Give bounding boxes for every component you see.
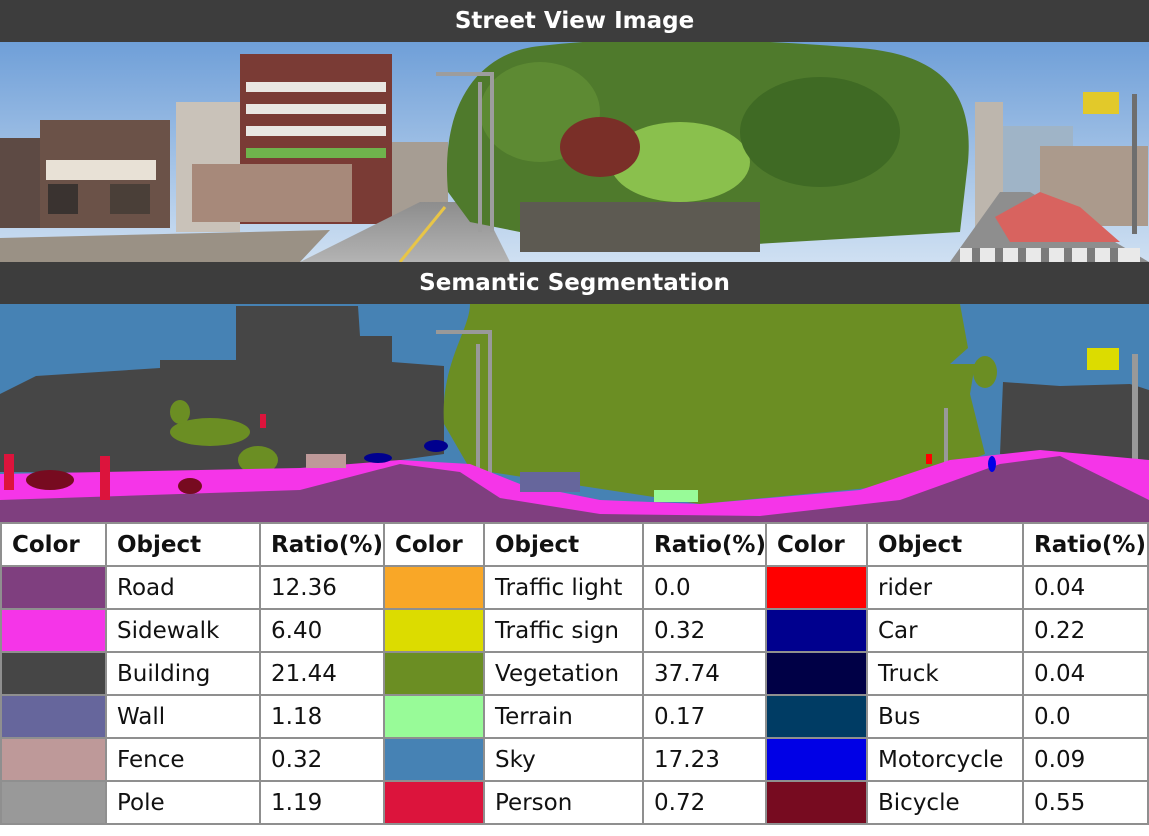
color-swatch-cell [765, 565, 868, 610]
header-object: Object [483, 522, 644, 567]
ratio-value: 0.55 [1022, 780, 1149, 825]
table-header-row: Color Object Ratio(%) Color Object Ratio… [0, 522, 1149, 567]
object-name: Pole [105, 780, 261, 825]
header-object: Object [105, 522, 261, 567]
color-swatch [386, 740, 482, 779]
color-swatch-cell [383, 694, 485, 739]
color-swatch-cell [383, 737, 485, 782]
header-color: Color [383, 522, 485, 567]
ratio-value: 1.19 [259, 780, 385, 825]
header-ratio: Ratio(%) [1022, 522, 1149, 567]
color-swatch [768, 654, 865, 693]
object-name: Car [866, 608, 1024, 653]
legend-body: Road 12.36 Traffic light 0.0 rider 0.04 Sidewa… [0, 565, 1149, 825]
color-swatch-cell [0, 565, 107, 610]
color-swatch [3, 568, 104, 607]
color-swatch-cell [765, 780, 868, 825]
color-swatch [386, 697, 482, 736]
table-row: Road 12.36 Traffic light 0.0 rider 0.04 [0, 565, 1149, 610]
object-name: Road [105, 565, 261, 610]
color-swatch [3, 740, 104, 779]
object-name: Sidewalk [105, 608, 261, 653]
color-swatch-cell [765, 651, 868, 696]
ratio-value: 0.32 [642, 608, 767, 653]
object-name: Person [483, 780, 644, 825]
table-row: Sidewalk 6.40 Traffic sign 0.32 Car 0.22 [0, 608, 1149, 653]
ratio-value: 1.18 [259, 694, 385, 739]
color-swatch-cell [0, 608, 107, 653]
color-swatch [386, 568, 482, 607]
segmentation-heading: Semantic Segmentation [0, 262, 1149, 304]
ratio-value: 0.22 [1022, 608, 1149, 653]
object-name: Traffic light [483, 565, 644, 610]
color-swatch-cell [765, 737, 868, 782]
color-swatch-cell [383, 565, 485, 610]
ratio-value: 0.17 [642, 694, 767, 739]
object-name: Sky [483, 737, 644, 782]
ratio-value: 0.72 [642, 780, 767, 825]
color-swatch-cell [383, 608, 485, 653]
ratio-value: 12.36 [259, 565, 385, 610]
table-row: Fence 0.32 Sky 17.23 Motorcycle 0.09 [0, 737, 1149, 782]
table-row: Building 21.44 Vegetation 37.74 Truck 0.04 [0, 651, 1149, 696]
object-name: Terrain [483, 694, 644, 739]
header-ratio: Ratio(%) [642, 522, 767, 567]
ratio-value: 0.32 [259, 737, 385, 782]
header-object: Object [866, 522, 1024, 567]
color-swatch [768, 740, 865, 779]
color-swatch [3, 697, 104, 736]
header-color: Color [0, 522, 107, 567]
color-swatch [386, 783, 482, 822]
color-swatch-cell [0, 694, 107, 739]
object-name: Traffic sign [483, 608, 644, 653]
ratio-value: 6.40 [259, 608, 385, 653]
object-name: Fence [105, 737, 261, 782]
object-name: Truck [866, 651, 1024, 696]
street-view-heading: Street View Image [0, 0, 1149, 42]
color-swatch [3, 654, 104, 693]
header-ratio: Ratio(%) [259, 522, 385, 567]
ratio-value: 0.04 [1022, 651, 1149, 696]
color-swatch-cell [765, 694, 868, 739]
ratio-value: 17.23 [642, 737, 767, 782]
ratio-value: 21.44 [259, 651, 385, 696]
table-row: Wall 1.18 Terrain 0.17 Bus 0.0 [0, 694, 1149, 739]
object-name: Motorcycle [866, 737, 1024, 782]
color-swatch [768, 697, 865, 736]
object-name: Vegetation [483, 651, 644, 696]
color-swatch [3, 783, 104, 822]
ratio-value: 37.74 [642, 651, 767, 696]
color-swatch [768, 783, 865, 822]
ratio-value: 0.0 [642, 565, 767, 610]
table-row: Pole 1.19 Person 0.72 Bicycle 0.55 [0, 780, 1149, 825]
object-name: Wall [105, 694, 261, 739]
ratio-value: 0.04 [1022, 565, 1149, 610]
color-swatch-cell [383, 651, 485, 696]
color-swatch-cell [0, 737, 107, 782]
color-swatch [768, 568, 865, 607]
object-name: Bicycle [866, 780, 1024, 825]
color-swatch [3, 611, 104, 650]
object-name: rider [866, 565, 1024, 610]
segmentation-map [0, 304, 1149, 522]
color-swatch-cell [0, 780, 107, 825]
ratio-value: 0.09 [1022, 737, 1149, 782]
color-swatch [768, 611, 865, 650]
ratio-value: 0.0 [1022, 694, 1149, 739]
color-swatch [386, 654, 482, 693]
header-color: Color [765, 522, 868, 567]
class-legend-table: Color Object Ratio(%) Color Object Ratio… [0, 522, 1149, 825]
color-swatch-cell [383, 780, 485, 825]
color-swatch-cell [765, 608, 868, 653]
street-view-photo [0, 42, 1149, 262]
color-swatch [386, 611, 482, 650]
object-name: Building [105, 651, 261, 696]
color-swatch-cell [0, 651, 107, 696]
object-name: Bus [866, 694, 1024, 739]
